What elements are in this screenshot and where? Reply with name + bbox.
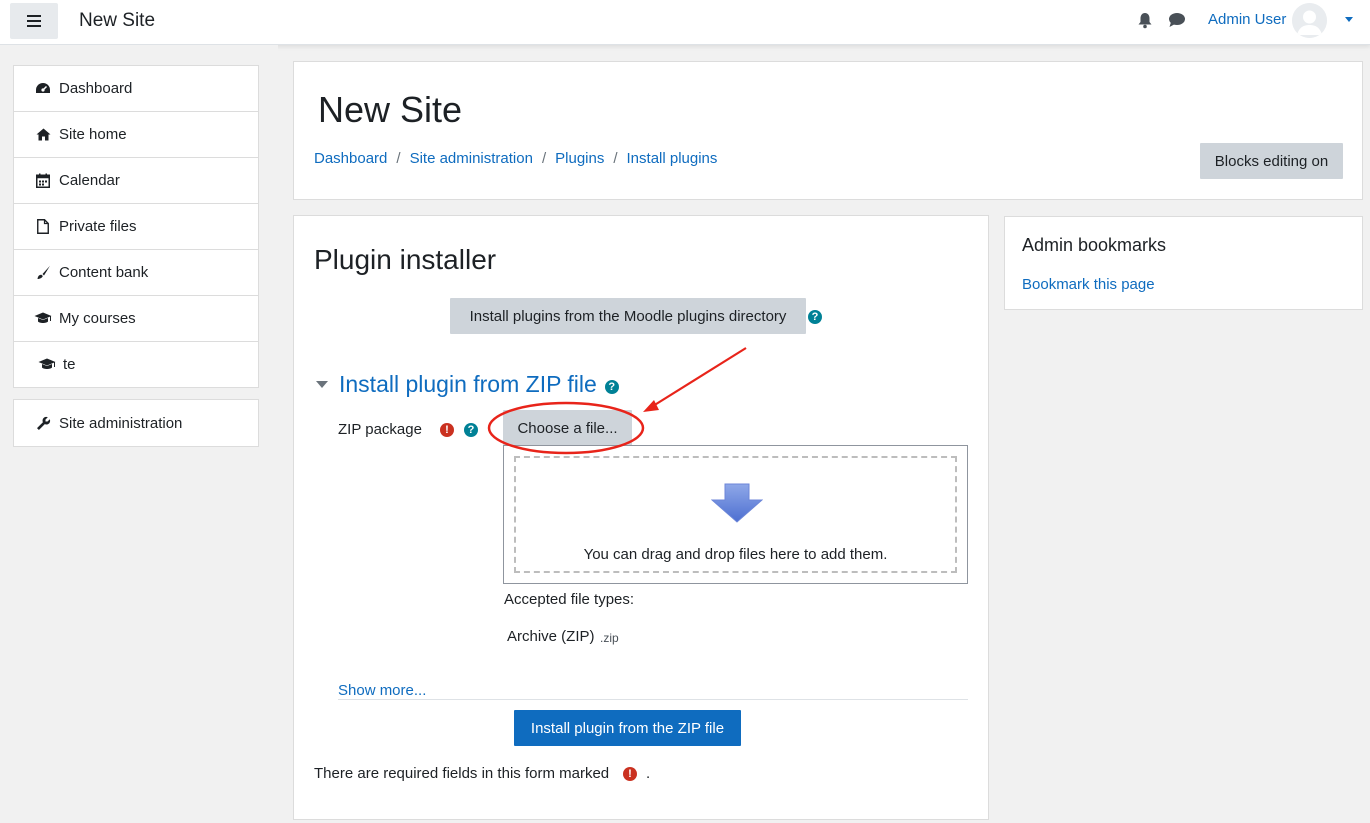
accepted-type-name: Archive (ZIP) — [507, 628, 595, 645]
sidebar-item-private-files[interactable]: Private files — [14, 204, 258, 250]
sidebar-item-label: Content bank — [59, 264, 149, 281]
sidebar-item-label: Site home — [59, 126, 127, 143]
breadcrumb-item-plugins[interactable]: Plugins — [555, 150, 604, 167]
sidebar-item-content-bank[interactable]: Content bank — [14, 250, 258, 296]
breadcrumb: Dashboard / Site administration / Plugin… — [314, 150, 717, 167]
calendar-icon — [34, 173, 52, 189]
accepted-type-extension: .zip — [600, 631, 619, 645]
collapse-caret-icon[interactable] — [316, 381, 328, 388]
sidebar-item-calendar[interactable]: Calendar — [14, 158, 258, 204]
divider — [338, 699, 968, 700]
breadcrumb-separator: / — [613, 150, 618, 167]
choose-file-button[interactable]: Choose a file... — [503, 410, 632, 446]
paint-brush-icon — [34, 265, 52, 281]
help-icon[interactable]: ? — [808, 310, 822, 324]
required-icon: ! — [623, 767, 637, 781]
install-from-zip-submit-button[interactable]: Install plugin from the ZIP file — [514, 710, 741, 746]
main-nav-group: Dashboard Site home Calendar Private fil… — [13, 65, 259, 388]
user-menu-name[interactable]: Admin User — [1208, 11, 1286, 28]
sidebar-item-label: Dashboard — [59, 80, 133, 97]
help-icon[interactable]: ? — [464, 423, 478, 437]
page-title: New Site — [318, 89, 463, 130]
site-brand[interactable]: New Site — [79, 10, 155, 32]
sidebar-item-site-home[interactable]: Site home — [14, 112, 258, 158]
file-dropzone[interactable]: You can drag and drop files here to add … — [503, 445, 968, 584]
admin-nav-group: Site administration — [13, 399, 259, 447]
required-note-end: . — [646, 765, 651, 782]
menu-toggle-button[interactable] — [10, 3, 58, 39]
sidebar-item-site-administration[interactable]: Site administration — [14, 400, 258, 446]
wrench-icon — [34, 415, 52, 431]
sidebar-item-label: Private files — [59, 218, 137, 235]
chevron-down-icon[interactable] — [1345, 17, 1353, 22]
dropzone-area[interactable]: You can drag and drop files here to add … — [514, 456, 957, 573]
avatar[interactable] — [1292, 3, 1327, 38]
file-icon — [34, 219, 52, 235]
accepted-types-label: Accepted file types: — [504, 591, 635, 608]
zip-section-legend[interactable]: Install plugin from ZIP file ? — [316, 371, 619, 398]
sidebar-item-dashboard[interactable]: Dashboard — [14, 66, 258, 112]
main-region: Plugin installer Install plugins from th… — [293, 215, 989, 820]
sidebar-item-te[interactable]: te — [14, 342, 258, 387]
sidebar-item-label: Calendar — [59, 172, 120, 189]
bell-icon[interactable] — [1137, 12, 1153, 33]
graduation-cap-icon — [34, 311, 52, 327]
section-title[interactable]: Install plugin from ZIP file — [339, 371, 597, 398]
page-header: New Site Dashboard / Site administration… — [293, 61, 1363, 200]
blocks-editing-button[interactable]: Blocks editing on — [1200, 143, 1343, 179]
required-icon: ! — [440, 423, 454, 437]
breadcrumb-item-site-administration[interactable]: Site administration — [410, 150, 533, 167]
bookmark-page-link[interactable]: Bookmark this page — [1022, 276, 1155, 293]
sidebar-item-label: Site administration — [59, 414, 183, 432]
plugin-installer-heading: Plugin installer — [314, 244, 497, 275]
arrow-down-icon — [710, 483, 764, 527]
home-icon — [34, 127, 52, 143]
required-fields-note: There are required fields in this form m… — [314, 765, 610, 782]
menu-icon — [27, 20, 41, 22]
chat-icon[interactable] — [1168, 12, 1186, 32]
dropzone-text: You can drag and drop files here to add … — [583, 546, 888, 563]
zip-package-label: ZIP package — [338, 421, 422, 438]
breadcrumb-item-install-plugins[interactable]: Install plugins — [627, 150, 718, 167]
dashboard-icon — [34, 81, 52, 97]
sidebar-item-label: te — [63, 356, 76, 373]
show-more-link[interactable]: Show more... — [338, 682, 426, 699]
install-from-directory-button[interactable]: Install plugins from the Moodle plugins … — [450, 298, 806, 334]
sidebar-item-my-courses[interactable]: My courses — [14, 296, 258, 342]
block-title: Admin bookmarks — [1022, 235, 1167, 255]
breadcrumb-separator: / — [541, 150, 547, 167]
breadcrumb-separator: / — [396, 150, 401, 167]
graduation-cap-icon — [38, 357, 56, 373]
sidebar-item-label: My courses — [59, 310, 136, 327]
breadcrumb-item-dashboard[interactable]: Dashboard — [314, 150, 387, 167]
nav-drawer: Dashboard Site home Calendar Private fil… — [0, 45, 278, 823]
top-navbar: New Site Admin User — [0, 0, 1370, 45]
help-icon[interactable]: ? — [604, 379, 619, 394]
admin-bookmarks-block: Admin bookmarks Bookmark this page — [1004, 216, 1363, 310]
